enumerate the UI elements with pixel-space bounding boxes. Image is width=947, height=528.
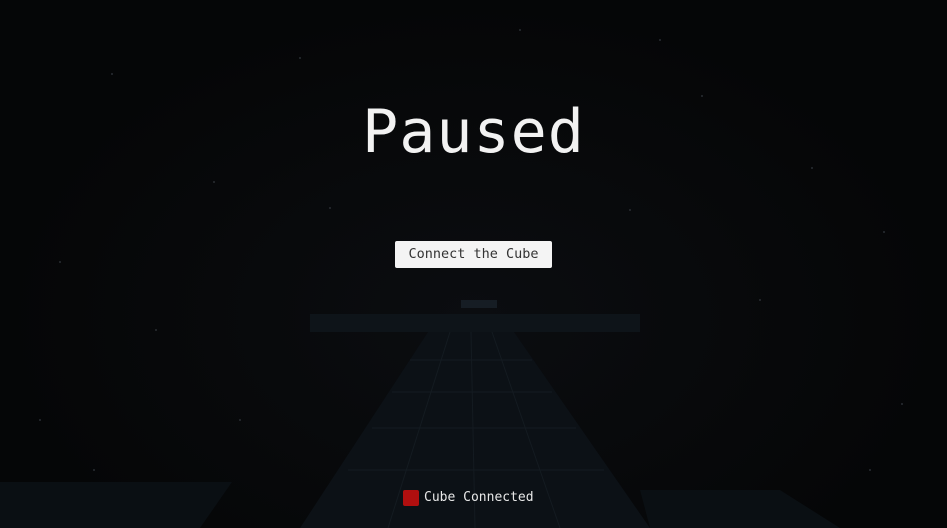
connect-cube-button[interactable]: Connect the Cube [395, 241, 552, 268]
far-block [461, 300, 497, 308]
left-wing [0, 482, 232, 528]
red-square-status-icon [403, 490, 419, 506]
paused-title: Paused [362, 97, 585, 167]
right-wing [640, 490, 840, 528]
far-platform [310, 314, 640, 332]
cube-status-text: Cube Connected [424, 490, 534, 505]
cube-status-indicator: Cube Connected [403, 489, 534, 507]
game-viewport: Paused Connect the Cube Cube Connected [0, 0, 947, 528]
